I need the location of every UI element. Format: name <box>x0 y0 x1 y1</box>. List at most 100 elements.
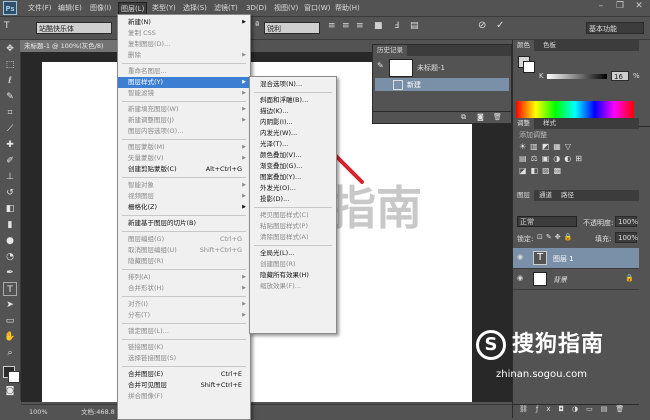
menu-3d[interactable]: 3D(D) <box>244 2 269 14</box>
layer-menu-item[interactable]: 合并可见图层 Shift+Ctrl+E <box>118 380 250 391</box>
quick-select-icon[interactable]: ✎ <box>3 90 17 104</box>
hand-tool-icon[interactable]: ✋ <box>3 330 17 344</box>
layer-menu-item[interactable]: 新建基于图层的切片(B) <box>118 218 250 229</box>
tab-swatches[interactable]: 色板 <box>539 40 560 51</box>
antialias-select[interactable]: 锐利 <box>264 22 320 34</box>
pen-tool-icon[interactable]: ✒ <box>3 266 17 280</box>
menu-select[interactable]: 选择(S) <box>181 2 209 14</box>
style-menu-item[interactable]: 斜面和浮雕(B)... <box>250 95 336 106</box>
style-menu-item[interactable]: 全局光(L)... <box>250 248 336 259</box>
lock-icons[interactable]: ⊡✎✥🔒 <box>537 233 575 241</box>
style-menu-item[interactable]: 内发光(W)... <box>250 128 336 139</box>
cancel-icon[interactable]: ⊘ <box>478 20 486 31</box>
path-select-icon[interactable]: ➤ <box>3 298 17 312</box>
visibility-eye-icon[interactable]: ◉ <box>517 274 523 282</box>
clone-stamp-icon[interactable]: ⊥ <box>3 170 17 184</box>
style-menu-item[interactable]: 投影(D)... <box>250 194 336 205</box>
style-menu-item: 粘贴图层样式(P) <box>250 221 336 232</box>
opacity-input[interactable]: 100% <box>615 216 638 227</box>
tab-history[interactable]: 历史记录 <box>373 45 407 56</box>
eraser-icon[interactable]: ◧ <box>3 202 17 216</box>
quick-mask-icon[interactable]: ◙ <box>3 384 17 398</box>
type-tool-icon[interactable]: T <box>3 282 17 296</box>
zoom-level[interactable]: 100% <box>29 405 48 419</box>
adjustment-icons-row1[interactable]: ☀▥◩▦▽ <box>519 142 619 154</box>
align-right-icon[interactable]: ≡ <box>356 21 364 31</box>
layer-menu-separator <box>122 323 246 324</box>
character-panel-icon[interactable]: ▤ <box>410 21 419 31</box>
adjustment-icons-row2[interactable]: ▤⚖▣◑◐⊞ <box>519 154 629 166</box>
layer-menu-item[interactable]: 栅格化(Z) ▶ <box>118 202 250 213</box>
align-left-icon[interactable]: ≡ <box>328 21 336 31</box>
layer-row-text[interactable]: ◉ T 图层 1 <box>513 248 639 269</box>
history-state-row[interactable]: 新建 <box>375 78 509 91</box>
style-menu-item[interactable]: 颜色叠加(V)... <box>250 150 336 161</box>
style-menu-item[interactable]: 描边(K)... <box>250 106 336 117</box>
eyedropper-icon[interactable]: ⟋ <box>3 122 17 136</box>
workspace-select[interactable]: 基本功能 <box>586 22 644 34</box>
minimize-icon[interactable]: – <box>592 0 610 12</box>
history-brush-icon[interactable]: ↺ <box>3 186 17 200</box>
tab-layers[interactable]: 图层 <box>513 190 534 201</box>
dodge-tool-icon[interactable]: ◔ <box>3 250 17 264</box>
lasso-tool-icon[interactable]: ℓ <box>3 74 17 88</box>
fill-input[interactable]: 100% <box>615 232 638 243</box>
commit-check-icon[interactable]: ✓ <box>496 20 504 31</box>
blur-tool-icon[interactable]: ● <box>3 234 17 248</box>
tab-styles[interactable]: 样式 <box>539 118 560 129</box>
blend-mode-select[interactable]: 正常 <box>517 216 577 227</box>
tab-color[interactable]: 颜色 <box>513 40 534 51</box>
zoom-tool-icon[interactable]: ⌕ <box>3 346 17 360</box>
trash-icon[interactable]: 🗑 <box>493 113 502 121</box>
menu-file[interactable]: 文件(F) <box>26 2 54 14</box>
layer-menu-item[interactable]: 新建(N) ▶ <box>118 17 250 28</box>
style-menu-item[interactable]: 图案叠加(Y)... <box>250 172 336 183</box>
brush-tool-icon[interactable]: ✐ <box>3 154 17 168</box>
rectangle-tool-icon[interactable]: ▭ <box>3 314 17 328</box>
menu-type[interactable]: 类型(Y) <box>150 2 178 14</box>
marquee-tool-icon[interactable]: ⬚ <box>3 58 17 72</box>
style-menu-item[interactable]: 渐变叠加(G)... <box>250 161 336 172</box>
style-menu-item[interactable]: 光泽(T)... <box>250 139 336 150</box>
menu-window[interactable]: 窗口(W) <box>302 2 332 14</box>
snapshot-camera-icon[interactable]: ◙ <box>477 113 484 121</box>
healing-brush-icon[interactable]: ✚ <box>3 138 17 152</box>
move-tool-icon[interactable]: ✥ <box>3 42 17 56</box>
style-menu-item[interactable]: 外发光(O)... <box>250 183 336 194</box>
close-icon[interactable]: ✕ <box>630 0 648 12</box>
menu-filter[interactable]: 滤镜(T) <box>212 2 240 14</box>
submenu-arrow-icon: ▶ <box>242 117 246 123</box>
tab-channels[interactable]: 通道 <box>535 190 556 201</box>
menu-edit[interactable]: 编辑(E) <box>56 2 84 14</box>
text-color-swatch[interactable]: ■ <box>374 21 383 31</box>
layer-row-background[interactable]: ◉ 背景 🔒 <box>513 269 639 290</box>
adjustment-icons-row3[interactable]: ◪◧▨▩ <box>519 166 619 178</box>
gradient-tool-icon[interactable]: ▮ <box>3 218 17 232</box>
bg-color-preview[interactable] <box>523 61 535 73</box>
layers-footer-icons[interactable]: ⛓ƒx◘◑▭▤🗑 <box>513 404 639 416</box>
history-snapshot[interactable]: ✎ 未标题-1 <box>375 57 509 77</box>
menu-image[interactable]: 图像(I) <box>88 2 114 14</box>
style-menu-item[interactable]: 内阴影(I)... <box>250 117 336 128</box>
style-menu-item[interactable]: 混合选项(N)... <box>250 79 336 90</box>
background-color-swatch[interactable] <box>8 371 20 383</box>
menu-view[interactable]: 视图(V) <box>272 2 300 14</box>
menu-help[interactable]: 帮助(H) <box>333 2 362 14</box>
visibility-eye-icon[interactable]: ◉ <box>517 253 523 261</box>
k-value-input[interactable]: 16 <box>611 71 629 81</box>
layer-menu-item[interactable]: 图层样式(Y) ▶ <box>118 77 250 88</box>
warp-text-icon[interactable]: Ⅎ <box>394 21 399 31</box>
type-tool-icon[interactable]: T <box>4 21 10 31</box>
layer-menu-item[interactable]: 合并图层(E) Ctrl+E <box>118 369 250 380</box>
layer-menu-item[interactable]: 创建剪贴蒙版(C) Alt+Ctrl+G <box>118 164 250 175</box>
tab-adjustments[interactable]: 调整 <box>513 118 534 129</box>
crop-tool-icon[interactable]: ⌗ <box>3 106 17 120</box>
font-family-select[interactable]: 站酷快乐体 <box>36 22 112 34</box>
tab-paths[interactable]: 路径 <box>557 190 578 201</box>
new-doc-from-state-icon[interactable]: ⧉ <box>461 113 466 122</box>
restore-icon[interactable]: ❐ <box>611 0 629 12</box>
style-menu-item[interactable]: 隐藏所有效果(H) <box>250 270 336 281</box>
color-spectrum-bar[interactable] <box>516 101 634 119</box>
k-slider[interactable] <box>547 74 607 79</box>
align-center-icon[interactable]: ≡ <box>342 21 350 31</box>
